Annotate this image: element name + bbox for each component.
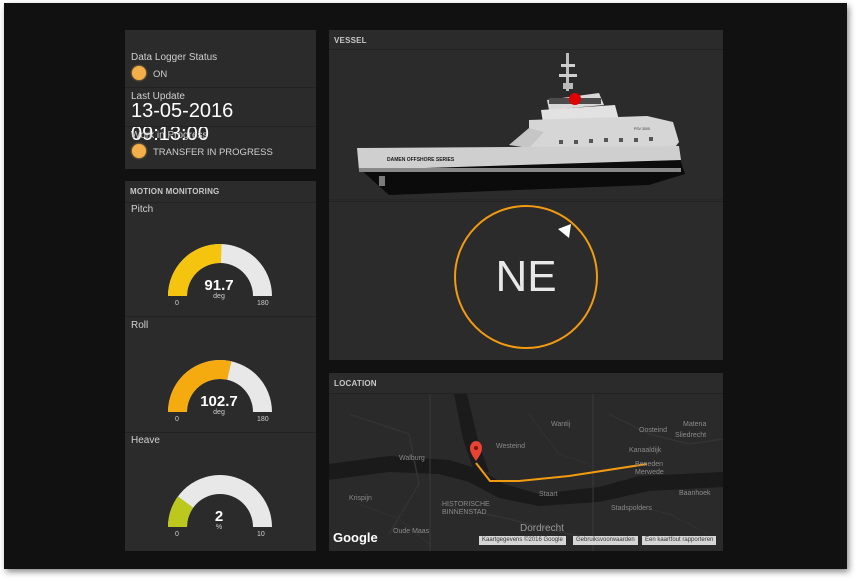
vessel-panel: VESSEL PSV 3000 DAMEN OFFSHORE SERIES NE — [329, 30, 723, 360]
pitch-max: 180 — [257, 300, 269, 307]
data-logger-label: Data Logger Status — [131, 52, 218, 63]
map-label-krispijn: Krispijn — [349, 495, 372, 502]
map-terms-link[interactable]: Gebruiksvoorwaarden — [573, 536, 638, 545]
route-line — [475, 462, 648, 482]
heave-unit: % — [215, 524, 223, 531]
roll-min: 0 — [175, 416, 179, 423]
roll-max: 180 — [257, 416, 269, 423]
map-label-baanhoek: Baanhoek — [679, 490, 711, 497]
pitch-label: Pitch — [131, 204, 154, 215]
vessel-stern-text: PSV 3000 — [634, 127, 650, 131]
heave-max: 10 — [257, 531, 265, 538]
compass-heading: NE — [495, 252, 557, 301]
roll-label: Roll — [131, 320, 149, 331]
map-label-kanaalweg: Kanaaldijk — [629, 447, 662, 454]
vessel-hull-text: DAMEN OFFSHORE SERIES — [387, 157, 455, 163]
pitch-value: 91.7 — [204, 277, 234, 294]
map-attribution: Kaartgegevens ©2016 Google — [479, 536, 566, 545]
heave-label: Heave — [131, 435, 160, 446]
wip-led — [132, 144, 146, 158]
location-title: LOCATION — [334, 379, 377, 388]
map-label-staart: Staart — [539, 491, 558, 498]
google-logo[interactable]: Google — [333, 530, 378, 545]
wip-value: TRANSFER IN PROGRESS — [153, 147, 273, 158]
vessel-title: VESSEL — [334, 36, 367, 45]
map-label-oude-maas: Oude Maas — [393, 528, 430, 535]
map-label-merwede1: Beneden — [635, 461, 664, 468]
map[interactable]: Westeind Walburg Oosteind Matena Staart … — [329, 394, 723, 551]
map-report-link[interactable]: Een kaartfout rapporteren — [642, 536, 717, 545]
map-label-wantij: Wantij — [551, 421, 571, 428]
data-logger-led — [132, 66, 146, 80]
map-label-merwede2: Merwede — [635, 469, 664, 476]
roll-value: 102.7 — [200, 393, 238, 410]
heave-min: 0 — [175, 531, 179, 538]
compass-heading-marker — [558, 224, 571, 238]
map-label-oosteind: Oosteind — [639, 427, 668, 434]
pitch-unit: deg — [213, 293, 225, 300]
heave-value: 2 — [214, 508, 224, 525]
map-label-matena: Matena — [683, 421, 707, 428]
map-label-walburg: Walburg — [399, 455, 425, 462]
status-panel: Data Logger Status ON Last Update 13-05-… — [125, 30, 316, 169]
map-label-binnenstad: BINNENSTAD — [442, 509, 487, 516]
data-logger-value: ON — [153, 69, 168, 80]
location-panel: LOCATION Westeind Walburg Oosteind Maten… — [329, 373, 723, 551]
motion-panel: MOTION MONITORING Pitch 91.7 deg 0 180 R… — [125, 181, 316, 551]
motion-title: MOTION MONITORING — [130, 187, 220, 196]
map-label-stadspolders: Stadspolders — [611, 505, 652, 512]
map-label-westeind: Westeind — [496, 443, 526, 450]
roll-unit: deg — [213, 409, 225, 416]
map-label-sliedrecht: Sliedrecht — [675, 432, 707, 439]
vessel-image: PSV 3000 DAMEN OFFSHORE SERIES — [329, 53, 723, 200]
wip-label: Work in Progress — [131, 130, 208, 141]
map-label-dordrecht: Dordrecht — [520, 523, 564, 534]
map-label-historische: HISTORISCHE — [442, 501, 490, 508]
pitch-min: 0 — [175, 300, 179, 307]
